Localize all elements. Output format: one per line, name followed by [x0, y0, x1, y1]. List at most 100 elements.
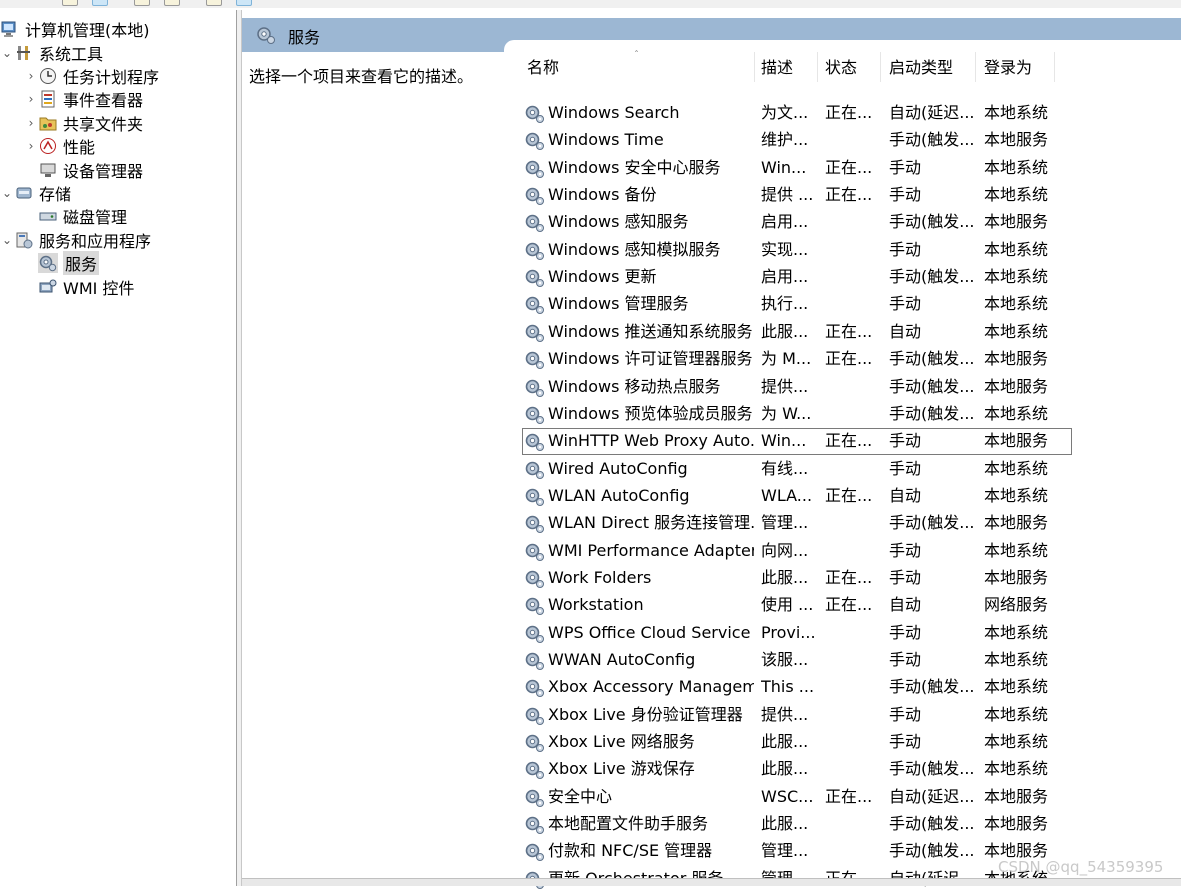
tree-item[interactable]: › 性能 [24, 135, 95, 157]
console-tree-icon[interactable] [92, 0, 108, 6]
service-row[interactable]: 本地配置文件助手服务 此服... 手动(触发... 本地服务 [522, 811, 1072, 838]
service-name: WLAN AutoConfig [548, 485, 690, 505]
tree-item[interactable]: WMI 控件 [24, 276, 134, 298]
service-name: Windows 安全中心服务 [548, 157, 721, 177]
service-startup-type: 手动 [889, 650, 922, 669]
service-row[interactable]: Windows 推送通知系统服务 此服... 正在... 自动 本地系统 [522, 319, 1072, 346]
service-row[interactable]: Windows 预览体验成员服务为 W... 手动(触发... 本地系统 [522, 401, 1072, 428]
service-gear-icon [524, 459, 545, 480]
service-row[interactable]: Xbox Live 网络服务 此服... 手动 本地系统 [522, 729, 1072, 756]
sort-indicator: ˆ [634, 50, 639, 61]
properties-icon[interactable] [134, 0, 150, 6]
tree-item[interactable]: 服务 [24, 251, 100, 275]
tree-item[interactable]: ⌄ 系统工具 [0, 42, 103, 64]
tree-item[interactable]: › 事件查看器 [24, 88, 143, 110]
service-row[interactable]: Workstation 使用 ... 正在... 自动 网络服务 [522, 592, 1072, 619]
service-startup-type: 手动 [889, 567, 922, 587]
column-header-logon-as[interactable]: 登录为 [984, 58, 1032, 84]
column-separator[interactable] [975, 52, 976, 82]
chevron-right-icon[interactable]: › [24, 139, 38, 153]
service-logon-as: 网络服务 [984, 595, 1049, 615]
service-row[interactable]: Xbox Live 游戏保存 此服... 手动(触发... 本地系统 [522, 756, 1072, 783]
chevron-down-icon[interactable]: ⌄ [0, 46, 14, 60]
tree-item-label: 事件查看器 [63, 91, 144, 110]
chevron-right-icon[interactable]: › [24, 92, 38, 106]
service-startup-type: 手动(触发... [889, 130, 975, 150]
service-row[interactable]: WLAN AutoConfig WLA... 正在... 自动 本地系统 [522, 483, 1072, 510]
chevron-down-icon[interactable]: ⌄ [0, 233, 14, 247]
service-row[interactable]: WMI Performance Adapter 向网... 手动 本地系统 [522, 538, 1072, 565]
service-row[interactable]: WWAN AutoConfig 该服... 手动 本地系统 [522, 647, 1072, 674]
service-startup-type: 手动 [889, 704, 922, 724]
tree-item[interactable]: ⌄ 存储 [0, 182, 71, 204]
export-icon[interactable] [164, 0, 180, 6]
service-row[interactable]: Windows 感知服务 启用... 手动(触发... 本地服务 [522, 209, 1072, 236]
services-title: 服务 [288, 28, 321, 47]
service-row[interactable]: WinHTTP Web Proxy Auto... Win... 正在... 手动 本地… [522, 428, 1072, 456]
service-name: WPS Office Cloud Service [548, 622, 751, 642]
service-row[interactable]: WPS Office Cloud Service Provi... 手动 本地系统 [522, 620, 1072, 647]
service-row[interactable]: Xbox Live 身份验证管理器 提供... 手动 本地系统 [522, 702, 1072, 729]
service-name: Windows Search [548, 103, 680, 122]
gear-icon [257, 27, 275, 44]
service-gear-icon [524, 130, 545, 151]
chevron-down-icon[interactable]: ⌄ [0, 186, 14, 200]
service-status: 正在... [825, 321, 873, 341]
service-logon-as: 本地系统 [984, 458, 1049, 478]
service-row[interactable]: Windows 安全中心服务 Win... 正在... 手动 本地系统 [522, 155, 1072, 182]
service-description: 此服... [761, 759, 809, 779]
chevron-right-icon[interactable]: › [24, 116, 38, 130]
service-startup-type: 手动(触发... [889, 349, 975, 369]
service-description: 为文... [761, 103, 809, 122]
column-separator[interactable] [880, 52, 881, 82]
tree-root-computer-management[interactable]: 计算机管理(本地) [0, 18, 150, 40]
service-gear-icon [524, 212, 545, 233]
gear-icon [38, 253, 58, 273]
service-startup-type: 手动 [889, 540, 922, 560]
service-row[interactable]: 安全中心 WSC... 正在... 自动(延迟... 本地服务 [522, 784, 1072, 811]
column-separator[interactable] [754, 52, 755, 82]
column-header-name[interactable]: 名称 [527, 58, 559, 84]
service-logon-as: 本地系统 [984, 267, 1049, 287]
service-logon-as: 本地系统 [984, 622, 1049, 642]
column-header-description[interactable]: 描述 [761, 58, 793, 84]
service-row[interactable]: Windows 更新 启用... 手动(触发... 本地系统 [522, 264, 1072, 291]
service-row[interactable]: Windows Search 为文... 正在... 自动(延迟... 本地系统 [522, 100, 1072, 127]
action-pane-icon[interactable] [236, 0, 252, 6]
tree-item[interactable]: 磁盘管理 [24, 205, 127, 227]
service-row[interactable]: 付款和 NFC/SE 管理器 管理... 手动(触发... 本地服务 [522, 838, 1072, 865]
tree-item[interactable]: 设备管理器 [24, 159, 143, 181]
service-row[interactable]: Wired AutoConfig 有线... 手动 本地系统 [522, 456, 1072, 483]
service-row[interactable]: Windows 许可证管理器服务为 M... 正在... 手动(触发... 本地服务 [522, 346, 1072, 373]
help-icon[interactable] [206, 0, 222, 6]
service-logon-as: 本地系统 [984, 732, 1049, 752]
service-name: Windows 预览体验成员服务 [548, 403, 753, 423]
service-row[interactable]: Work Folders 此服... 正在... 手动 本地服务 [522, 565, 1072, 592]
service-startup-type: 手动(触发... [889, 376, 975, 396]
column-separator[interactable] [817, 52, 818, 82]
service-row[interactable]: WLAN Direct 服务连接管理... 管理... 手动(触发... 本地服务 [522, 510, 1072, 537]
service-row[interactable]: Windows 感知模拟服务 实现... 手动 本地系统 [522, 237, 1072, 264]
service-logon-as: 本地服务 [984, 431, 1049, 451]
service-logon-as: 本地系统 [984, 704, 1049, 724]
service-name: Workstation [548, 595, 644, 615]
column-header-startup-type[interactable]: 启动类型 [889, 58, 953, 84]
service-row[interactable]: Windows Time 维护... 手动(触发... 本地服务 [522, 127, 1072, 154]
tree-item[interactable]: › 任务计划程序 [24, 65, 159, 87]
service-logon-as: 本地系统 [984, 157, 1049, 177]
service-row[interactable]: Windows 备份 提供 ... 正在... 手动 本地系统 [522, 182, 1072, 209]
service-name: Windows 许可证管理器服务 [548, 349, 753, 369]
tree-item[interactable]: ⌄ 服务和应用程序 [0, 229, 151, 251]
service-row[interactable]: Windows 移动热点服务 提供... 手动(触发... 本地服务 [522, 374, 1072, 401]
service-logon-as: 本地服务 [984, 212, 1049, 232]
service-row[interactable]: Windows 管理服务 执行... 手动 本地系统 [522, 291, 1072, 318]
column-header-status[interactable]: 状态 [825, 58, 857, 84]
horizontal-scrollbar[interactable] [242, 878, 1181, 886]
column-separator[interactable] [1054, 52, 1055, 82]
service-description: 管理... [761, 841, 809, 861]
chevron-right-icon[interactable]: › [24, 69, 38, 83]
service-logon-as: 本地系统 [984, 185, 1049, 205]
tree-item[interactable]: › 共享文件夹 [24, 112, 143, 134]
service-row[interactable]: Xbox Accessory Managem... This ... 手动(触发..… [522, 674, 1072, 701]
folder-icon[interactable] [62, 0, 78, 6]
